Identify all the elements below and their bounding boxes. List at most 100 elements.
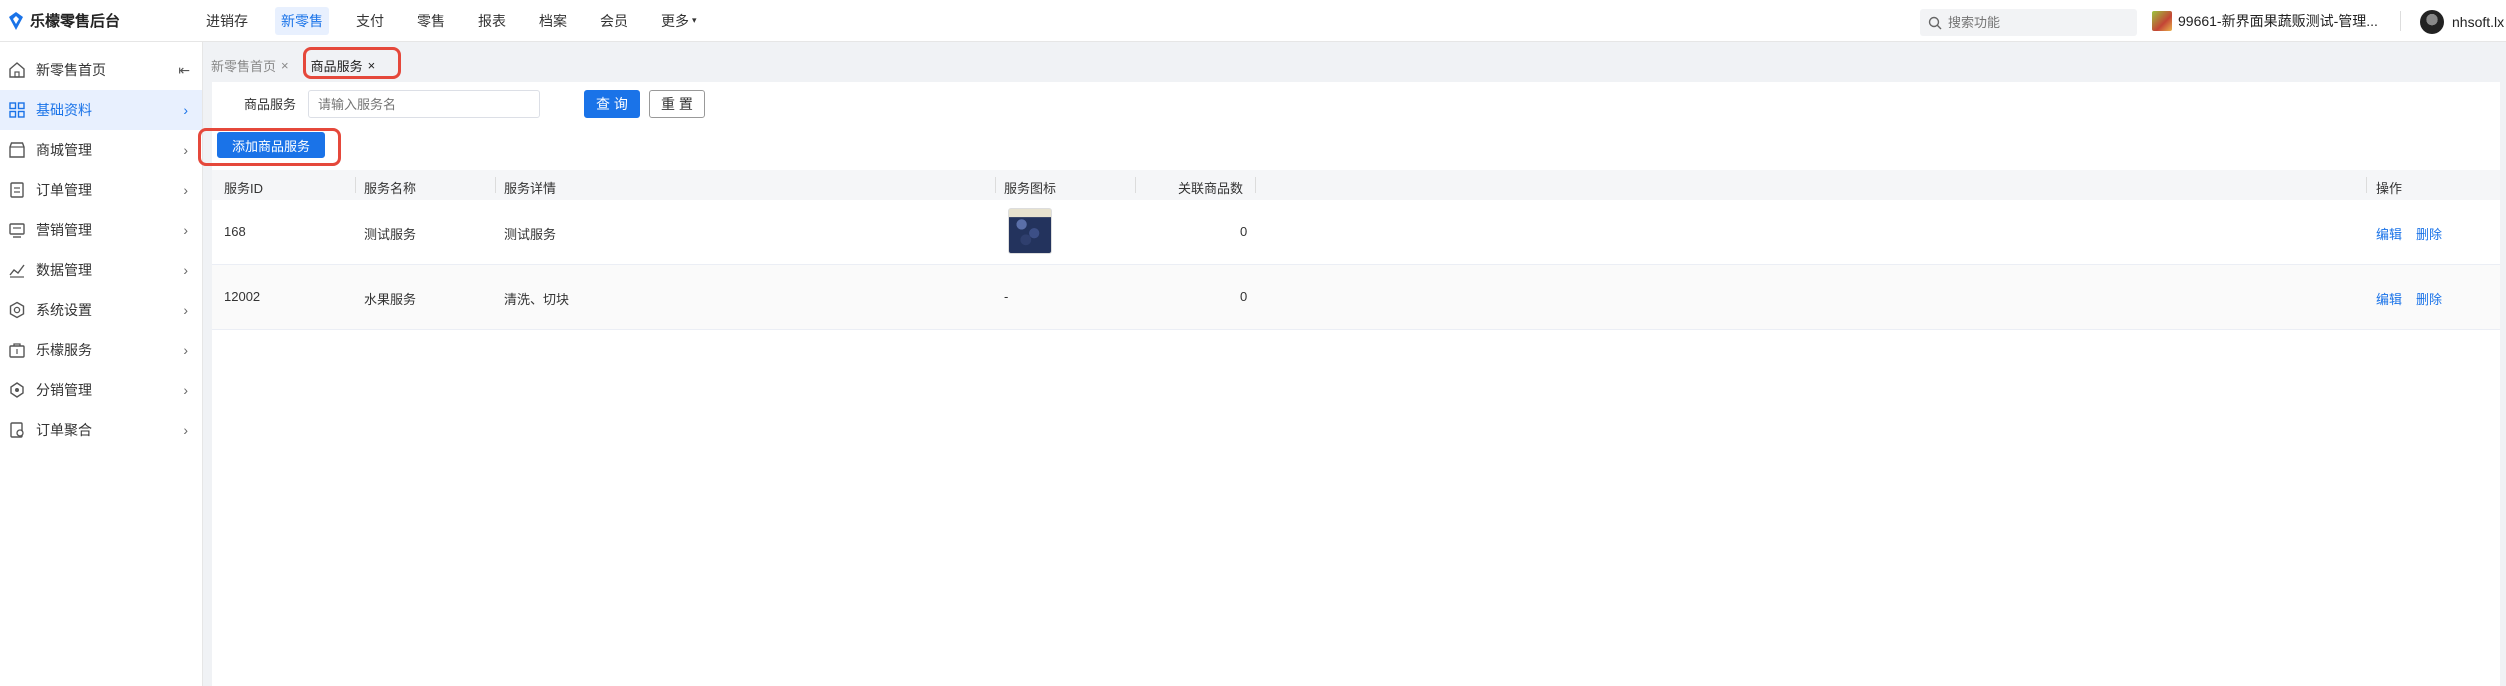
store-icon: [9, 142, 25, 158]
sidebar-item-data[interactable]: 数据管理 ›: [0, 250, 202, 290]
header-service-icon: 服务图标: [1004, 181, 1057, 196]
chevron-right-icon: ›: [183, 182, 188, 198]
cell-related-count: 0: [1240, 224, 1248, 239]
table-header: 服务ID 服务名称 服务详情 服务图标 关联商品数 操作: [212, 170, 2500, 200]
sidebar-item-marketing[interactable]: 营销管理 ›: [0, 210, 202, 250]
nav-inventory[interactable]: 进销存: [200, 7, 254, 35]
store-thumbnail: [2152, 11, 2172, 31]
header-service-id: 服务ID: [224, 181, 264, 196]
distribution-icon: [10, 382, 24, 398]
collapse-sidebar-icon[interactable]: ⇤: [178, 62, 190, 79]
delete-link[interactable]: 删除: [2416, 227, 2442, 242]
header-divider: [2400, 11, 2401, 31]
sidebar-item-mall[interactable]: 商城管理 ›: [0, 130, 202, 170]
sidebar-item-label: 数据管理: [36, 262, 92, 278]
store-selector[interactable]: 99661-新界面果蔬贩测试-管理...: [2152, 11, 2378, 31]
close-icon[interactable]: ×: [281, 58, 289, 73]
tab-new-retail-home[interactable]: 新零售首页 ×: [203, 52, 297, 78]
nav-archive[interactable]: 档案: [533, 7, 573, 35]
search-icon: [1928, 16, 1942, 29]
service-name-input[interactable]: [308, 90, 540, 118]
cell-service-name: 水果服务: [364, 292, 417, 307]
header-service-name: 服务名称: [364, 181, 417, 196]
chevron-right-icon: ›: [183, 302, 188, 318]
logo-icon: [9, 11, 23, 30]
top-nav: 进销存 新零售 支付 零售 报表 档案 会员 更多 ▾: [200, 6, 724, 35]
filter-label: 商品服务: [244, 97, 297, 112]
column-divider: [495, 177, 496, 193]
chart-icon: [9, 264, 25, 278]
cell-service-id: 12002: [224, 289, 261, 304]
header-actions: 操作: [2376, 181, 2403, 196]
chevron-right-icon: ›: [183, 102, 188, 118]
avatar: [2420, 10, 2444, 34]
order-icon: [10, 182, 24, 198]
sidebar-item-basic-data[interactable]: 基础资料 ›: [0, 90, 202, 130]
query-button[interactable]: 查 询: [584, 90, 640, 118]
cell-related-count: 0: [1240, 289, 1248, 304]
tab-label: 新零售首页: [211, 58, 277, 74]
sidebar-item-new-retail-home[interactable]: 新零售首页 ⇤: [0, 50, 202, 90]
header-service-detail: 服务详情: [504, 181, 557, 196]
nav-new-retail[interactable]: 新零售: [275, 6, 329, 35]
edit-link[interactable]: 编辑: [2376, 292, 2402, 307]
sidebar-item-order-aggregate[interactable]: 订单聚合 ›: [0, 410, 202, 450]
cell-service-detail: 测试服务: [504, 227, 557, 242]
highlight-box-add-button: [198, 128, 341, 166]
caret-down-icon: ▾: [692, 15, 697, 25]
chevron-right-icon: ›: [183, 222, 188, 238]
sidebar-item-orders[interactable]: 订单管理 ›: [0, 170, 202, 210]
chevron-right-icon: ›: [183, 142, 188, 158]
edit-link[interactable]: 编辑: [2376, 227, 2402, 242]
service-icon-image: [1008, 208, 1052, 254]
sidebar-item-label: 系统设置: [36, 302, 92, 318]
settings-icon: [9, 301, 25, 319]
user-menu[interactable]: nhsoft.lx: [2420, 10, 2504, 34]
sidebar: 新零售首页 ⇤ 基础资料 › 商城管理 › 订单管理 › 营销管理 › 数据管理…: [0, 42, 203, 686]
sidebar-item-label: 订单聚合: [36, 422, 92, 438]
delete-link[interactable]: 删除: [2416, 292, 2442, 307]
nav-payment[interactable]: 支付: [350, 7, 390, 35]
chevron-right-icon: ›: [183, 342, 188, 358]
cell-actions: 编辑 删除: [2376, 289, 2456, 308]
cell-service-icon: -: [1004, 289, 1009, 304]
sidebar-item-settings[interactable]: 系统设置 ›: [0, 290, 202, 330]
sidebar-item-label: 基础资料: [36, 102, 92, 118]
nav-more[interactable]: 更多 ▾: [655, 7, 703, 35]
chevron-right-icon: ›: [183, 262, 188, 278]
column-divider: [995, 177, 996, 193]
sidebar-item-label: 营销管理: [36, 222, 92, 238]
store-name: 99661-新界面果蔬贩测试-管理...: [2178, 13, 2378, 29]
sidebar-item-label: 新零售首页: [36, 62, 106, 78]
nav-more-label: 更多: [661, 12, 689, 29]
feature-search[interactable]: [1920, 9, 2137, 36]
cell-actions: 编辑 删除: [2376, 224, 2456, 243]
cell-service-id: 168: [224, 224, 246, 239]
sidebar-item-distribution[interactable]: 分销管理 ›: [0, 370, 202, 410]
column-divider: [1255, 177, 1256, 193]
column-divider: [1135, 177, 1136, 193]
header-related-count: 关联商品数: [1178, 181, 1244, 196]
sidebar-item-label: 分销管理: [36, 382, 92, 398]
user-name: nhsoft.lx: [2452, 14, 2505, 30]
aggregate-icon: [10, 422, 24, 438]
nav-retail[interactable]: 零售: [411, 7, 451, 35]
nav-member[interactable]: 会员: [594, 7, 634, 35]
top-header: 乐檬零售后台 进销存 新零售 支付 零售 报表 档案 会员 更多 ▾ 99661…: [0, 0, 2506, 42]
highlight-box-tab: [303, 47, 401, 79]
column-divider: [355, 177, 356, 193]
service-table: 服务ID 服务名称 服务详情 服务图标 关联商品数 操作 168 测试服务 测试…: [212, 170, 2500, 330]
column-divider: [2366, 177, 2367, 193]
chevron-right-icon: ›: [183, 422, 188, 438]
table-row: 168 测试服务 测试服务 0 编辑 删除: [212, 200, 2500, 265]
nav-reports[interactable]: 报表: [472, 7, 512, 35]
grid-icon: [9, 102, 25, 118]
feature-search-input[interactable]: [1948, 15, 2128, 30]
brand[interactable]: 乐檬零售后台: [0, 10, 200, 31]
sidebar-item-lemeng-service[interactable]: 乐檬服务 ›: [0, 330, 202, 370]
main-content: 商品服务 查 询 重 置 添加商品服务 服务ID 服务名称 服务详情 服务图标 …: [212, 82, 2500, 686]
sidebar-item-label: 订单管理: [36, 182, 92, 198]
home-icon: [9, 62, 25, 78]
reset-button[interactable]: 重 置: [649, 90, 705, 118]
sidebar-item-label: 商城管理: [36, 142, 92, 158]
